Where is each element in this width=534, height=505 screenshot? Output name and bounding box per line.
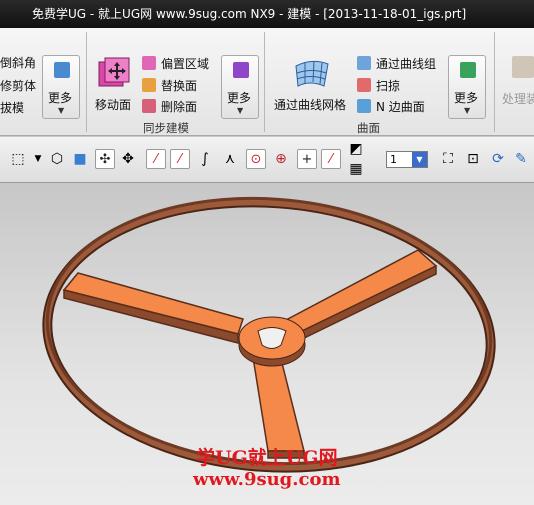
fit-view-icon[interactable]: ⛶ xyxy=(438,149,458,169)
shaded-icon[interactable]: ■ xyxy=(70,149,90,169)
end-point-icon[interactable]: ⁄ xyxy=(146,149,166,169)
group-separator xyxy=(494,32,495,132)
assembly-processing-command[interactable]: 处理装 xyxy=(502,90,534,107)
replace-face-icon xyxy=(142,78,156,92)
more-button-2[interactable]: 更多 ▼ xyxy=(221,55,259,119)
point-on-face-icon[interactable]: ⁄ xyxy=(321,149,341,169)
surface-group-label: 曲面 xyxy=(357,121,380,135)
arc-center-icon[interactable]: ⊙ xyxy=(246,149,266,169)
more-label-1: 更多 xyxy=(48,91,73,105)
more-icon xyxy=(54,62,70,78)
through-curve-mesh-label: 通过曲线网格 xyxy=(274,98,347,112)
sync-modeling-group-label: 同步建模 xyxy=(143,121,189,135)
delete-face-icon xyxy=(142,99,156,113)
chamfer-command[interactable]: 倒斜角 xyxy=(0,54,36,71)
more-button-3[interactable]: 更多 ▼ xyxy=(448,55,486,119)
more-icon xyxy=(233,62,249,78)
group-separator xyxy=(264,32,265,132)
select-rectangle-icon[interactable]: ⬚ xyxy=(8,149,28,169)
watermark-url: www.9sug.com xyxy=(193,469,341,490)
chevron-down-icon: ▼ xyxy=(237,106,244,115)
watermark-title: 学UG就上UG网 xyxy=(196,447,338,469)
chevron-down-icon: ▼ xyxy=(464,106,471,115)
window-title-bar: 免费学UG - 就上UG网 www.9sug.com NX9 - 建模 - [2… xyxy=(0,0,534,28)
through-curve-mesh-button[interactable]: 通过曲线网格 xyxy=(272,56,352,112)
chevron-down-icon[interactable]: ▼ xyxy=(412,152,427,167)
intersection-icon[interactable]: ⋏ xyxy=(220,149,240,169)
existing-point-icon[interactable]: + xyxy=(297,149,317,169)
more-icon xyxy=(460,62,476,78)
swept-icon xyxy=(357,78,371,92)
through-curves-icon xyxy=(357,56,371,70)
trim-body-command[interactable]: 修剪体 xyxy=(0,77,36,94)
rotate-icon[interactable]: ⟳ xyxy=(488,149,508,169)
offset-region-command[interactable]: 偏置区域 xyxy=(161,55,209,72)
move-face-icon xyxy=(98,57,130,87)
mid-point-icon[interactable]: ⁄ xyxy=(170,149,190,169)
pan-icon[interactable]: ✎ xyxy=(511,149,531,169)
offset-region-icon xyxy=(142,56,156,70)
wheel-hub xyxy=(238,316,306,367)
zoom-icon[interactable]: ⊡ xyxy=(463,149,483,169)
more-label-3: 更多 xyxy=(454,91,479,105)
assembly-icon xyxy=(512,56,534,78)
group-separator xyxy=(86,32,87,132)
chevron-down-icon[interactable]: ▼ xyxy=(28,149,48,169)
more-button-1[interactable]: 更多 ▼ xyxy=(42,55,80,119)
move-face-button[interactable]: 移动面 xyxy=(93,56,137,112)
window-title: 免费学UG - 就上UG网 www.9sug.com NX9 - 建模 - [2… xyxy=(32,7,467,21)
delete-face-command[interactable]: 删除面 xyxy=(161,98,197,115)
swept-command[interactable]: 扫掠 xyxy=(376,77,400,94)
layer-select-value: 1 xyxy=(390,153,397,166)
snap-point-icon[interactable]: ✣ xyxy=(95,149,115,169)
through-curves-command[interactable]: 通过曲线组 xyxy=(376,55,436,72)
layer-select[interactable]: 1 ▼ xyxy=(386,151,428,168)
view-icon[interactable]: ◩ xyxy=(346,139,366,159)
point-on-curve-icon[interactable]: ✥ xyxy=(118,149,138,169)
chevron-down-icon: ▼ xyxy=(58,106,65,115)
n-sided-surface-command[interactable]: N 边曲面 xyxy=(376,98,425,115)
wireframe-icon[interactable]: ⬡ xyxy=(47,149,67,169)
graphics-window[interactable]: 学UG就上UG网 www.9sug.com xyxy=(0,183,534,505)
n-sided-surface-icon xyxy=(357,99,371,113)
draft-command[interactable]: 拔模 xyxy=(0,99,24,116)
quadrant-point-icon[interactable]: ⊕ xyxy=(271,149,291,169)
ribbon: 倒斜角 修剪体 拔模 更多 ▼ 移动面 偏置区域 替换面 删除面 更多 ▼ 同步… xyxy=(0,28,534,136)
through-curve-mesh-icon xyxy=(295,60,329,87)
grid-icon[interactable]: ▦ xyxy=(346,159,366,179)
replace-face-command[interactable]: 替换面 xyxy=(161,77,197,94)
control-point-icon[interactable]: ∫ xyxy=(195,149,215,169)
selection-toolbar: ⬚ ▼ ⬡ ■ ✣ ✥ ⁄ ⁄ ∫ ⋏ ⊙ ⊕ + ⁄ ◩ ▦ 1 ▼ ⛶ ⊡ … xyxy=(0,137,534,183)
more-label-2: 更多 xyxy=(227,91,252,105)
move-face-label: 移动面 xyxy=(95,98,132,112)
